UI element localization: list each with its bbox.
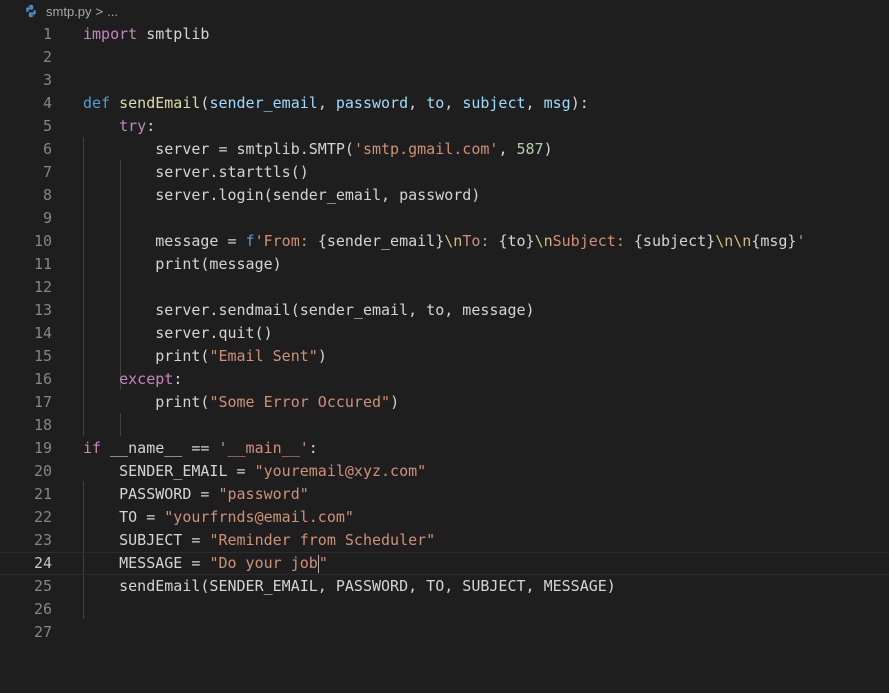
line-number: 3 (42, 71, 52, 89)
line-number: 9 (42, 209, 52, 227)
line-number: 15 (33, 347, 52, 365)
code-text: server.sendmail(sender_email, to, messag… (83, 301, 535, 319)
code-line[interactable]: 21 PASSWORD = "password" (0, 483, 889, 506)
breadcrumb-more[interactable]: ... (107, 4, 118, 19)
code-text: MESSAGE = "Do your job" (83, 554, 328, 573)
code-text: print("Email Sent") (83, 347, 327, 365)
line-number: 8 (42, 186, 52, 204)
code-line[interactable]: 20 SENDER_EMAIL = "youremail@xyz.com" (0, 460, 889, 483)
line-number: 24 (33, 554, 52, 572)
code-line-active[interactable]: 24 MESSAGE = "Do your job" (0, 552, 889, 575)
code-line[interactable]: 23 SUBJECT = "Reminder from Scheduler" (0, 529, 889, 552)
code-line[interactable]: 18 (0, 414, 889, 437)
code-text: server = smtplib.SMTP('smtp.gmail.com', … (83, 140, 553, 158)
code-line[interactable]: 6 server = smtplib.SMTP('smtp.gmail.com'… (0, 138, 889, 161)
code-line[interactable]: 7 server.starttls() (0, 161, 889, 184)
code-text: server.starttls() (83, 163, 309, 181)
line-number: 7 (42, 163, 52, 181)
code-text: try: (119, 117, 156, 135)
code-text: SUBJECT = "Reminder from Scheduler" (83, 531, 436, 549)
line-number: 5 (42, 117, 52, 135)
line-number: 25 (33, 577, 52, 595)
line-number: 13 (33, 301, 52, 319)
code-text: TO = "yourfrnds@email.com" (83, 508, 354, 526)
line-number: 16 (33, 370, 52, 388)
code-line[interactable]: 15 print("Email Sent") (0, 345, 889, 368)
code-line[interactable]: 8 server.login(sender_email, password) (0, 184, 889, 207)
line-number: 26 (33, 600, 52, 618)
line-number: 17 (33, 393, 52, 411)
code-line[interactable]: 1 import smtplib (0, 23, 889, 46)
code-line[interactable]: 25 sendEmail(SENDER_EMAIL, PASSWORD, TO,… (0, 575, 889, 598)
line-number: 4 (42, 94, 52, 112)
code-line[interactable]: 3 (0, 69, 889, 92)
line-number: 27 (33, 623, 52, 641)
line-number: 6 (42, 140, 52, 158)
code-line[interactable]: 27 (0, 621, 889, 644)
code-text: server.quit() (83, 324, 273, 342)
vertical-scrollbar[interactable] (875, 22, 889, 693)
code-editor[interactable]: 1 import smtplib 2 3 4 def sendEmail(sen… (0, 22, 889, 693)
line-number: 21 (33, 485, 52, 503)
code-line[interactable]: 5 try: (0, 115, 889, 138)
code-line[interactable]: 12 (0, 276, 889, 299)
line-number: 10 (33, 232, 52, 250)
code-text: if __name__ == '__main__': (83, 439, 318, 457)
line-number: 14 (33, 324, 52, 342)
code-line[interactable]: 2 (0, 46, 889, 69)
code-line[interactable]: 17 print("Some Error Occured") (0, 391, 889, 414)
code-line[interactable]: 9 (0, 207, 889, 230)
code-line[interactable]: 11 print(message) (0, 253, 889, 276)
python-icon (26, 4, 36, 18)
line-number: 12 (33, 278, 52, 296)
code-line[interactable]: 13 server.sendmail(sender_email, to, mes… (0, 299, 889, 322)
code-text: sendEmail(SENDER_EMAIL, PASSWORD, TO, SU… (83, 577, 616, 595)
line-number: 18 (33, 416, 52, 434)
code-line[interactable]: 19 if __name__ == '__main__': (0, 437, 889, 460)
breadcrumb-file[interactable]: smtp.py (46, 4, 92, 19)
code-line[interactable]: 22 TO = "yourfrnds@email.com" (0, 506, 889, 529)
code-text: def sendEmail(sender_email, password, to… (83, 94, 589, 112)
code-line[interactable]: 4 def sendEmail(sender_email, password, … (0, 92, 889, 115)
code-text: message = f'From: {sender_email}\nTo: {t… (83, 232, 806, 250)
code-line[interactable]: 16 except: (0, 368, 889, 391)
line-number: 1 (42, 25, 52, 43)
code-text: SENDER_EMAIL = "youremail@xyz.com" (83, 462, 427, 480)
code-line[interactable]: 14 server.quit() (0, 322, 889, 345)
line-number: 20 (33, 462, 52, 480)
code-line[interactable]: 10 message = f'From: {sender_email}\nTo:… (0, 230, 889, 253)
code-text: print("Some Error Occured") (83, 393, 400, 411)
line-number: 19 (33, 439, 52, 457)
line-number: 2 (42, 48, 52, 66)
code-text: server.login(sender_email, password) (83, 186, 481, 204)
code-text: except: (119, 370, 183, 388)
code-text: import smtplib (83, 25, 210, 43)
chevron-right-icon: > (95, 3, 104, 19)
code-line[interactable]: 26 (0, 598, 889, 621)
line-number: 11 (33, 255, 52, 273)
code-text: PASSWORD = "password" (83, 485, 309, 503)
breadcrumb: smtp.py > ... (0, 0, 889, 22)
line-number: 22 (33, 508, 52, 526)
code-text: print(message) (83, 255, 282, 273)
line-number: 23 (33, 531, 52, 549)
